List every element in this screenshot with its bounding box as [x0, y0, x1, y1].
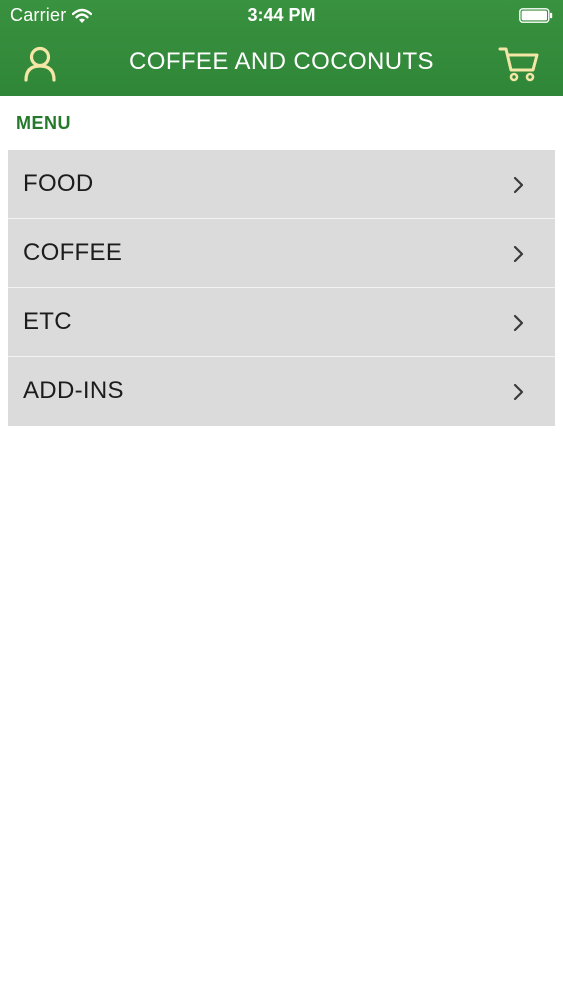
screen: Carrier 3:44 PM COFFEE AND COCONUTS MENU… [0, 0, 563, 1000]
nav-bar: COFFEE AND COCONUTS [0, 32, 563, 96]
menu-item-label: COFFEE [23, 239, 123, 266]
menu-list: FOOD COFFEE ETC ADD-INS [8, 150, 555, 426]
cart-icon [498, 47, 539, 82]
top-bar: Carrier 3:44 PM COFFEE AND COCONUTS [0, 0, 563, 96]
chevron-right-icon [513, 245, 524, 263]
menu-item-label: ETC [23, 308, 72, 335]
menu-item-label: FOOD [23, 170, 94, 197]
status-time: 3:44 PM [247, 5, 316, 25]
profile-button[interactable] [18, 42, 62, 86]
profile-icon [24, 46, 56, 82]
menu-item-food[interactable]: FOOD [8, 150, 555, 219]
menu-item-label: ADD-INS [23, 377, 124, 404]
battery-icon [519, 8, 553, 23]
app-title: COFFEE AND COCONUTS [129, 48, 434, 75]
cart-button[interactable] [495, 44, 543, 84]
menu-item-coffee[interactable]: COFFEE [8, 219, 555, 288]
chevron-right-icon [513, 383, 524, 401]
chevron-right-icon [513, 176, 524, 194]
chevron-right-icon [513, 314, 524, 332]
status-bar: Carrier 3:44 PM [0, 0, 563, 32]
menu-item-add-ins[interactable]: ADD-INS [8, 357, 555, 426]
menu-item-etc[interactable]: ETC [8, 288, 555, 357]
menu-section-header: MENU [16, 113, 71, 133]
